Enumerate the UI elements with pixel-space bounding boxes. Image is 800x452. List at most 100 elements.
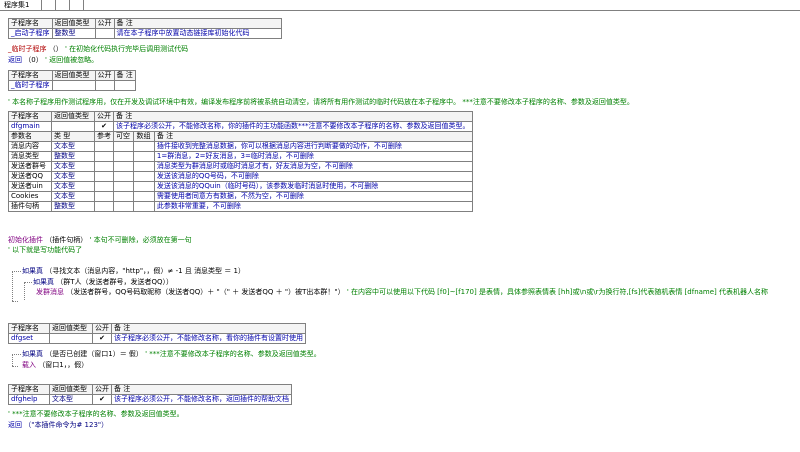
code-line-load[interactable]: 载入 （窗口1，，假） [22,360,88,370]
param-type[interactable]: 文本型 [51,181,95,192]
table-row[interactable]: dfgset ✔ 该子程序必须公开，不能修改名称，看你的插件有设置时使用 [8,333,306,344]
flow-line [12,366,18,367]
sub-note[interactable]: 请在本子程序中放置动态链接库初始化代码 [113,28,282,39]
param-ref[interactable] [94,151,114,162]
code-comment-below[interactable]: ' 以下就是写功能代码了 [8,245,82,255]
help-sub-table: 子程序名 返回值类型 公开 备 注 dfghelp 文本型 ✔ 该子程序必须公开… [8,384,292,405]
code-comment: ' 返回值被忽略。 [44,56,99,64]
param-note[interactable]: 此参数非常重要，不可删除 [153,201,473,212]
table-row[interactable]: dfgmain ✔ 该子程序必须公开，不能修改名称，你的插件的主功能函数***注… [8,121,473,132]
param-note[interactable]: 发送该消息的QQ号码，不可删除 [153,171,473,182]
sub-return-type[interactable] [49,333,93,344]
code-line-init-plugin[interactable]: 初始化插件 （插件句柄） ' 本句不可删除，必须放在第一句 [8,235,192,245]
param-row[interactable]: 消息内容 文本型 插件接收到完整消息数据，你可以根据消息内容进行判断要做的动作，… [8,141,473,152]
param-array[interactable] [133,181,155,192]
code-line-init-sub[interactable]: _临时子程序 （） ' 在初始化代码执行完毕后调用测试代码 [8,44,188,54]
header-name: 子程序名 [8,18,53,29]
param-type[interactable]: 整数型 [51,201,95,212]
tab-empty-1 [42,0,56,10]
param-note[interactable]: 插件接收到完整消息数据，你可以根据消息内容进行判断要做的动作，不可删除 [153,141,473,152]
param-ref[interactable] [94,181,114,192]
param-array[interactable] [133,201,155,212]
param-name[interactable]: 消息类型 [8,151,52,162]
sub-return-type[interactable] [51,121,95,132]
code-comment: ' 在内容中可以使用以下代码 [f0]~[f170] 是表情，具体参照表情表 [… [346,288,769,296]
param-row[interactable]: 发送者群号 文本型 消息类型为群消息时或临时消息才有，好友消息为空，不可删除 [8,161,473,172]
param-type[interactable]: 文本型 [51,161,95,172]
param-row[interactable]: 消息类型 整数型 1=群消息，2=好友消息，3=临时消息，不可删除 [8,151,473,162]
param-note[interactable]: 1=群消息，2=好友消息，3=临时消息，不可删除 [153,151,473,162]
param-name[interactable]: 插件句柄 [8,201,52,212]
param-ref[interactable] [94,191,114,202]
param-nullable[interactable] [112,181,135,192]
code-line-return-help[interactable]: 返回 （"本插件命令为# 123"） [8,420,108,430]
param-name[interactable]: 发送者uin [8,181,52,192]
param-ref[interactable] [94,161,114,172]
sub-name[interactable]: dfgset [8,333,50,344]
param-row[interactable]: 插件句柄 整数型 此参数非常重要，不可删除 [8,201,473,212]
param-row[interactable]: 发送者uin 文本型 发送该消息的QQuin（临时号码），该参数发临时消息时使用… [8,181,473,192]
param-nullable[interactable] [112,191,135,202]
code-line-kick[interactable]: 如果真 （群T人（发送者群号，发送者QQ）） [33,277,173,287]
sub-note[interactable]: 该子程序必须公开，不能修改名称，返回插件的帮助文档 [111,394,292,405]
sub-note[interactable]: 该子程序必须公开，不能修改名称，你的插件的主功能函数***注意不要修改本子程序的… [113,121,473,132]
param-name[interactable]: 消息内容 [8,141,52,152]
sub-name[interactable]: _启动子程序 [8,28,53,39]
table-row[interactable]: _临时子程序 [8,80,136,91]
param-note[interactable]: 发送该消息的QQuin（临时号码），该参数发临时消息时使用，不可删除 [153,181,473,192]
param-array[interactable] [133,161,155,172]
flow-line [12,271,21,272]
param-type[interactable]: 文本型 [51,141,95,152]
sub-public-check[interactable]: ✔ [92,333,112,344]
code-line-if[interactable]: 如果真 （寻找文本（消息内容，"http"，，假）≠ -1 且 消息类型 ＝ 1… [22,266,245,276]
param-name[interactable]: 发送者群号 [8,161,52,172]
sub-return-type[interactable] [51,80,96,91]
sub-name[interactable]: dfghelp [8,394,50,405]
if-condition: （是否已创建（窗口1）＝ 假） [45,350,143,358]
table-row[interactable]: dfghelp 文本型 ✔ 该子程序必须公开，不能修改名称，返回插件的帮助文档 [8,394,292,405]
tab-program-set[interactable]: 程序集1 [0,0,42,10]
table-row[interactable]: _启动子程序 整数型 请在本子程序中放置动态链接库初始化代码 [8,28,282,39]
sub-public-check[interactable]: ✔ [94,121,114,132]
sub-name[interactable]: dfgmain [8,121,52,132]
param-ref[interactable] [94,171,114,182]
param-nullable[interactable] [112,141,135,152]
param-note[interactable]: 消息类型为群消息时或临时消息才有，好友消息为空，不可删除 [153,161,473,172]
param-nullable[interactable] [112,201,135,212]
param-header-ref: 参考 [94,131,114,142]
temp-sub-comment[interactable]: ' 本名称子程序用作测试程序用，仅在开发及调试环境中有效，编译发布程序前将被系统… [8,97,634,107]
param-name[interactable]: 发送者QQ [8,171,52,182]
param-type[interactable]: 文本型 [51,171,95,182]
code-line-send[interactable]: 发群消息 （发送者群号，QQ号码取昵称（发送者QQ）＋ "（" ＋ 发送者QQ … [36,287,768,297]
tab-strip: 程序集1 [0,0,800,11]
sub-name[interactable]: _临时子程序 [8,80,53,91]
param-array[interactable] [133,151,155,162]
param-ref[interactable] [94,141,114,152]
param-nullable[interactable] [112,161,135,172]
param-type[interactable]: 整数型 [51,151,95,162]
main-sub-table: 子程序名 返回值类型 公开 备 注 dfgmain ✔ 该子程序必须公开，不能修… [8,111,473,212]
param-row[interactable]: Cookies 文本型 需要使用者同意方有数据，不然为空，不可删除 [8,191,473,202]
startup-sub-table: 子程序名 返回值类型 公开 备 注 _启动子程序 整数型 请在本子程序中放置动态… [8,18,282,39]
param-name[interactable]: Cookies [8,191,52,202]
sub-public-check[interactable]: ✔ [92,394,112,405]
param-nullable[interactable] [112,151,135,162]
param-row[interactable]: 发送者QQ 文本型 发送该消息的QQ号码，不可删除 [8,171,473,182]
param-type[interactable]: 文本型 [51,191,95,202]
sub-return-type[interactable]: 整数型 [51,28,96,39]
param-array[interactable] [133,191,155,202]
sub-return-type[interactable]: 文本型 [49,394,93,405]
param-note[interactable]: 需要使用者同意方有数据，不然为空，不可删除 [153,191,473,202]
sub-public[interactable] [94,28,115,39]
code-line-return[interactable]: 返回 （0） ' 返回值被忽略。 [8,55,98,65]
sub-public[interactable] [94,80,115,91]
code-line-set-if[interactable]: 如果真 （是否已创建（窗口1）＝ 假） ' ***注意不要修改本子程序的名称、参… [22,349,321,359]
param-nullable[interactable] [112,171,135,182]
param-array[interactable] [133,171,155,182]
param-array[interactable] [133,141,155,152]
sub-note[interactable]: 该子程序必须公开，不能修改名称，看你的插件有设置时使用 [111,333,306,344]
help-comment[interactable]: ' ***注意不要修改本子程序的名称、参数及返回值类型。 [8,409,184,419]
sub-note[interactable] [113,80,136,91]
code-comment: ' 在初始化代码执行完毕后调用测试代码 [64,45,189,53]
param-ref[interactable] [94,201,114,212]
